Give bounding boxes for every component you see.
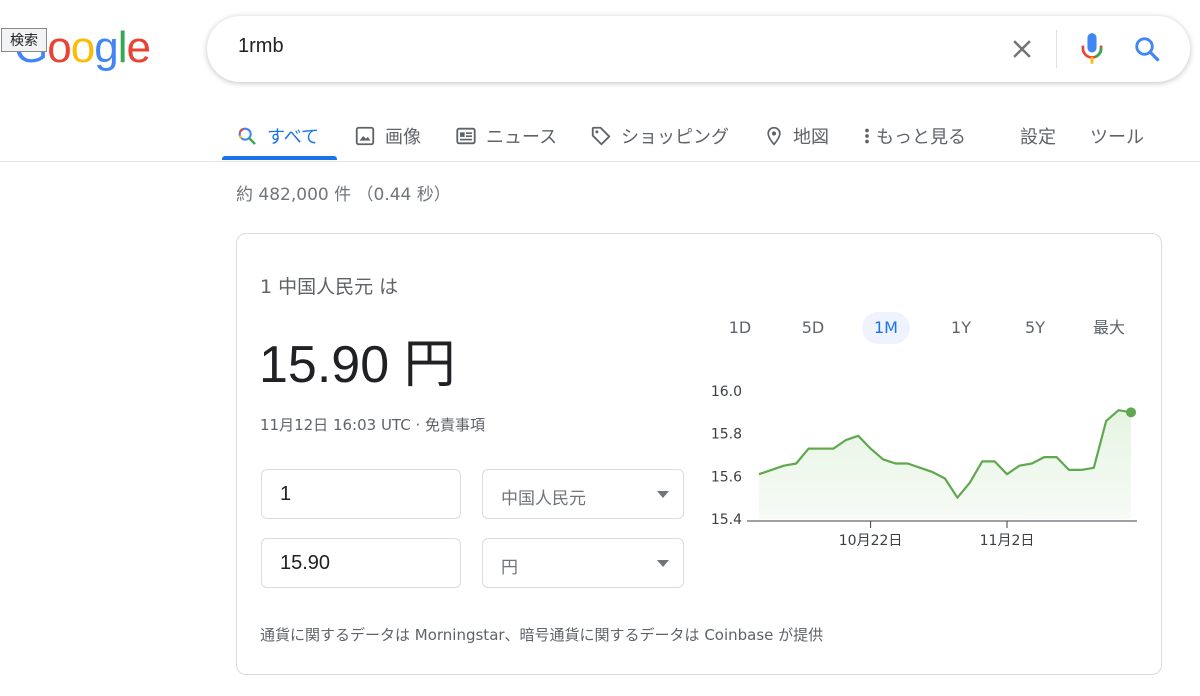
chart-area xyxy=(759,410,1131,519)
tab-label: 地図 xyxy=(793,127,829,148)
search-input[interactable]: 1rmb xyxy=(238,35,284,58)
tab-all[interactable]: すべて xyxy=(236,116,319,156)
tab-more[interactable]: もっと見る xyxy=(862,116,966,156)
image-icon xyxy=(355,126,375,146)
chart-y-tick-label: 15.8 xyxy=(711,427,742,443)
search-tabs: すべて 画像 ニュース ショッピング 地図 もっと見る 設定 ツール xyxy=(0,110,1200,162)
chart-x-tick-label: 10月22日 xyxy=(839,533,903,549)
tab-label: 設定 xyxy=(1020,127,1056,148)
logo-letter: g xyxy=(94,23,119,72)
nav-divider xyxy=(0,161,1200,162)
tab-label: ショッピング xyxy=(621,127,729,148)
currency-converter-card: 1 中国人民元 は 15.90 円 11月12日 16:03 UTC · 免責事… xyxy=(236,233,1162,675)
tab-label: ニュース xyxy=(486,127,558,148)
tab-maps[interactable]: 地図 xyxy=(764,116,829,156)
tab-label: もっと見る xyxy=(876,127,966,148)
search-box[interactable]: 1rmb xyxy=(207,16,1190,82)
tab-tools[interactable]: ツール xyxy=(1090,116,1144,156)
search-tooltip: 検索 xyxy=(1,28,47,52)
chart-y-tick-label: 16.0 xyxy=(711,384,742,400)
close-icon[interactable] xyxy=(1007,34,1037,64)
search-divider xyxy=(1056,30,1057,68)
tab-images[interactable]: 画像 xyxy=(354,116,421,156)
logo-letter: e xyxy=(126,23,151,72)
logo-letter: o xyxy=(47,23,72,72)
news-icon xyxy=(456,127,476,145)
chart-x-tick-label: 11月2日 xyxy=(980,533,1035,549)
chart-y-tick-label: 15.4 xyxy=(711,512,742,528)
chart-last-point xyxy=(1126,407,1136,418)
map-pin-icon xyxy=(767,126,781,146)
result-stats: 約 482,000 件 （0.44 秒） xyxy=(236,185,451,205)
tab-label: 画像 xyxy=(385,127,421,148)
tab-shopping[interactable]: ショッピング xyxy=(590,116,729,156)
more-vert-icon xyxy=(865,128,869,144)
tab-settings[interactable]: 設定 xyxy=(1020,116,1056,156)
logo-letter: o xyxy=(70,23,96,72)
active-tab-indicator xyxy=(222,156,337,160)
tab-label: すべて xyxy=(267,127,320,148)
data-source-note: 通貨に関するデータは Morningstar、暗号通貨に関するデータは Coin… xyxy=(260,626,824,644)
microphone-icon[interactable] xyxy=(1078,32,1106,66)
exchange-rate-chart[interactable]: 16.0 15.8 15.6 15.4 10月22日 11月2日 xyxy=(237,234,1159,574)
search-icon xyxy=(238,127,256,145)
search-icon[interactable] xyxy=(1132,34,1162,64)
tag-icon xyxy=(591,126,611,146)
chart-y-tick-label: 15.6 xyxy=(711,469,742,485)
tab-label: ツール xyxy=(1090,127,1144,148)
tab-news[interactable]: ニュース xyxy=(455,116,557,156)
